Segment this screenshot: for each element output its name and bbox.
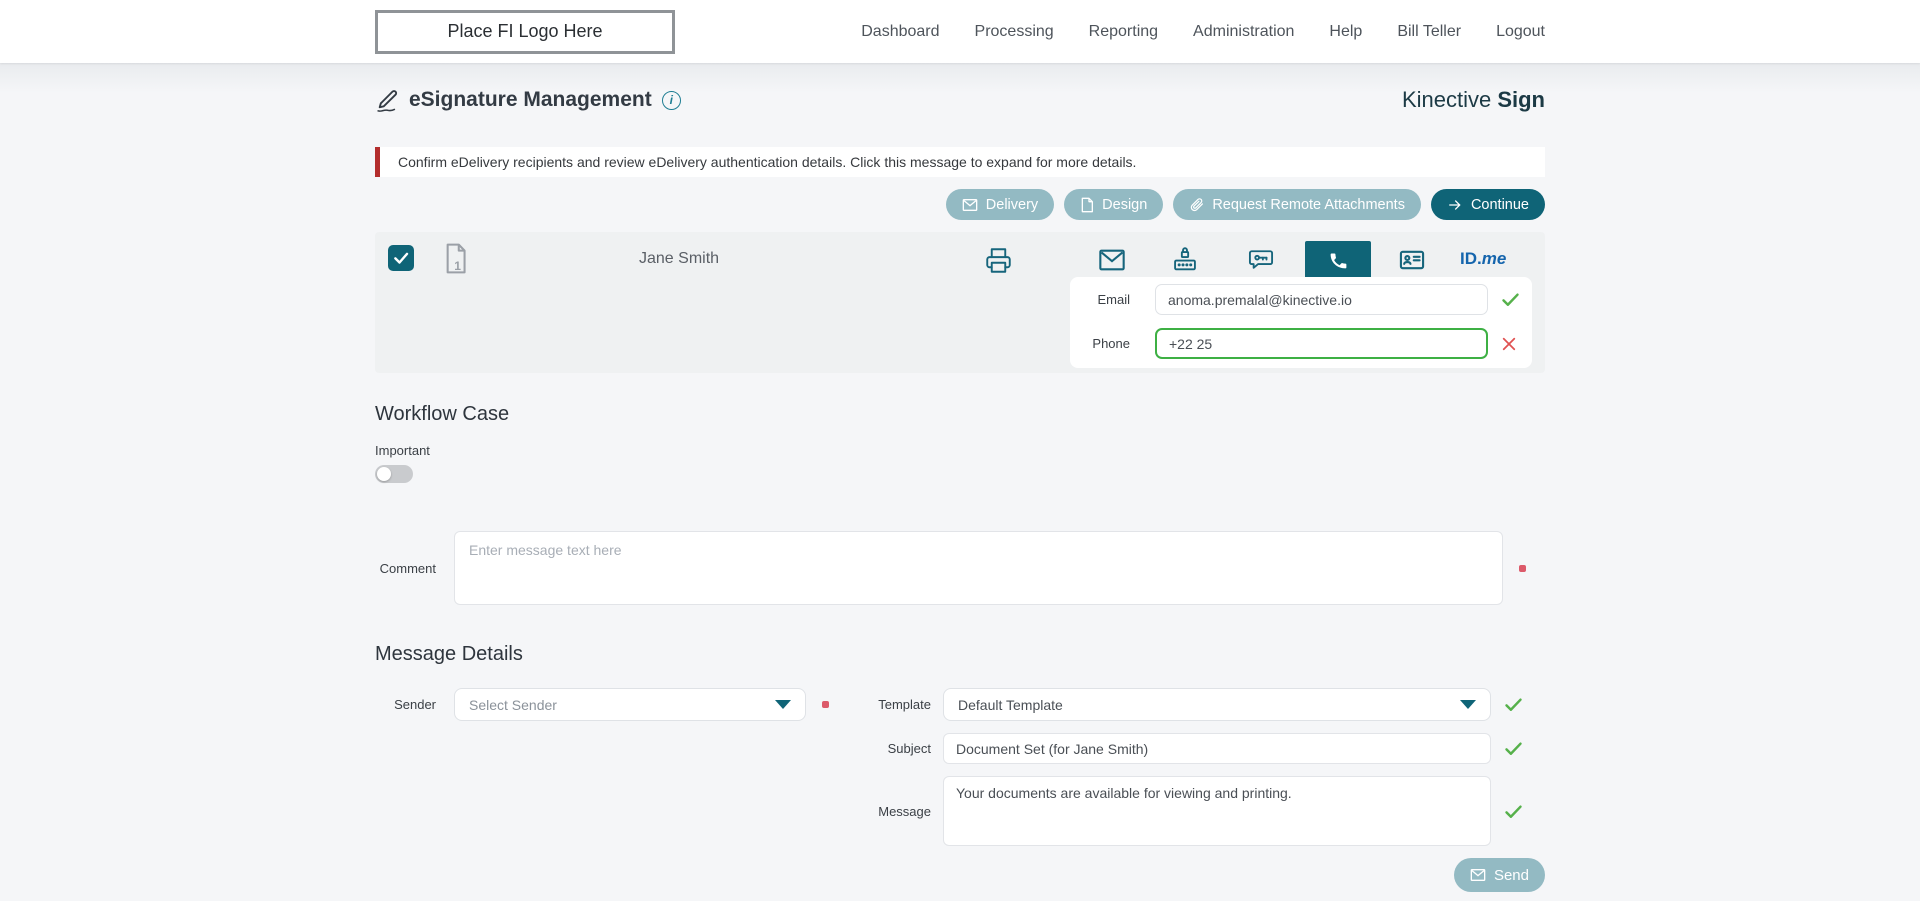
nav-item-dashboard[interactable]: Dashboard [861,23,939,41]
fi-logo-text: Place FI Logo Here [447,21,603,41]
page-title: eSignature Management [409,88,652,111]
nav-item-user[interactable]: Bill Teller [1397,23,1461,41]
sender-select-value: Select Sender [469,696,557,713]
paperclip-icon [1189,197,1204,212]
message-textarea[interactable]: Your documents are available for viewing… [943,776,1491,846]
email-input[interactable] [1155,284,1488,315]
important-label: Important [375,443,430,458]
subject-valid-check-icon [1503,738,1524,759]
template-select-value: Default Template [958,696,1063,713]
delivery-button[interactable]: Delivery [945,189,1055,220]
subject-label: Subject [887,741,931,756]
message-details-heading: Message Details [375,643,523,665]
email-valid-check-icon [1500,289,1521,310]
kinective-sign-brand: Kinective Sign [1401,87,1545,112]
send-button[interactable]: Send [1453,858,1545,892]
recipient-row: 1 Jane Smith ID.me Email anoma.premalal@… [375,232,1545,373]
main-nav: Dashboard Processing Reporting Administr… [861,23,1545,41]
password-auth-icon[interactable] [1165,241,1205,279]
message-label: Message [878,803,931,819]
subject-input[interactable] [943,733,1491,764]
workflow-case-heading: Workflow Case [375,403,510,425]
sender-required-marker [822,701,829,708]
sender-label: Sender [394,697,436,712]
recipient-name: Jane Smith [639,250,720,267]
file-icon [1080,197,1094,213]
continue-button[interactable]: Continue [1430,189,1545,220]
print-icon[interactable] [978,241,1018,279]
recipient-checkbox[interactable] [388,245,414,271]
svg-text:1: 1 [454,259,461,273]
sms-otp-auth-icon[interactable] [1241,241,1281,279]
phone-label: Phone [1092,336,1130,351]
signature-pen-icon [375,88,400,113]
alert-message: Confirm eDelivery recipients and review … [398,154,1137,170]
nav-item-administration[interactable]: Administration [1193,23,1294,41]
comment-required-marker [1519,564,1526,572]
template-select[interactable]: Default Template [943,688,1491,721]
top-bar: Place FI Logo Here Dashboard Processing … [0,0,1920,63]
fi-logo-placeholder: Place FI Logo Here [375,9,675,54]
important-toggle[interactable] [375,465,413,483]
comment-label: Comment [379,560,436,576]
phone-auth-icon[interactable] [1305,241,1371,279]
mail-icon [1470,868,1486,882]
phone-input[interactable] [1155,328,1488,359]
idme-auth-icon[interactable]: ID.me [1460,249,1506,269]
contact-panel: Email Phone [1070,277,1532,368]
comment-textarea[interactable] [454,531,1503,605]
mail-icon [962,198,978,212]
chevron-down-icon [775,700,791,709]
edelivery-alert-banner[interactable]: Confirm eDelivery recipients and review … [375,147,1545,177]
template-label: Template [878,697,931,712]
chevron-down-icon [1460,700,1476,709]
info-icon[interactable]: i [661,90,681,110]
phone-invalid-x-icon [1500,335,1518,353]
email-auth-icon[interactable] [1092,241,1132,279]
nav-item-processing[interactable]: Processing [975,23,1054,41]
nav-item-logout[interactable]: Logout [1496,23,1545,41]
arrow-right-icon [1447,198,1463,212]
design-button[interactable]: Design [1064,189,1164,220]
template-valid-check-icon [1503,694,1524,715]
document-count-icon: 1 [441,242,470,275]
request-remote-attachments-button[interactable]: Request Remote Attachments [1173,189,1421,220]
id-card-auth-icon[interactable] [1392,241,1432,279]
nav-item-help[interactable]: Help [1329,23,1362,41]
message-valid-check-icon [1503,801,1524,822]
email-label: Email [1097,292,1130,307]
toggle-knob [377,467,391,481]
page-content: eSignature Management i Kinective Sign C… [0,63,1920,901]
nav-item-reporting[interactable]: Reporting [1089,23,1158,41]
sender-select[interactable]: Select Sender [454,688,806,721]
